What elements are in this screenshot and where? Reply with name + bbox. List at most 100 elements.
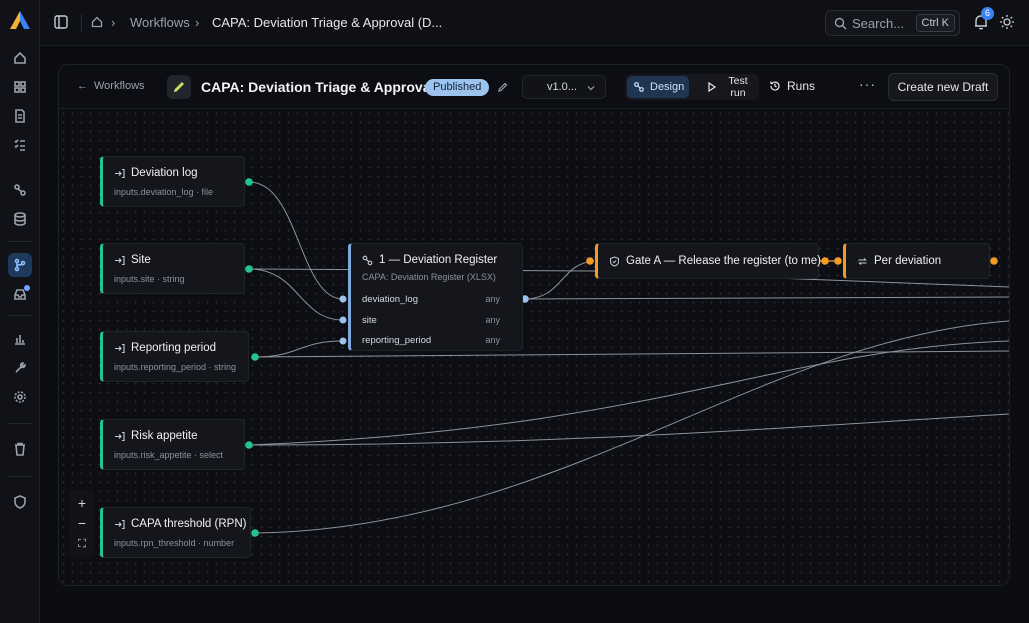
dashboard-icon[interactable] <box>8 75 32 99</box>
chevron-down-icon <box>587 86 595 91</box>
fit-view-button[interactable]: ⛶ <box>69 534 95 554</box>
toggle-sidebar-icon[interactable] <box>53 14 69 30</box>
loop-node-per-deviation[interactable]: Per deviation <box>843 243 990 279</box>
port-out-risk-appetite <box>245 441 253 449</box>
workflow-title: CAPA: Deviation Triage & Approval (... <box>201 79 455 95</box>
analytics-icon[interactable] <box>8 327 32 351</box>
edge <box>248 413 1009 446</box>
topbar-divider <box>81 14 82 32</box>
port-type: any <box>485 335 500 345</box>
design-icon <box>634 82 644 92</box>
edge <box>254 350 1009 358</box>
zoom-controls: + − ⛶ <box>69 491 95 557</box>
port-in-deviation-log <box>339 295 347 303</box>
step-link-icon <box>362 255 373 266</box>
rail-divider <box>8 423 32 424</box>
edge <box>248 340 1009 446</box>
input-node-risk-appetite[interactable]: Risk appetite inputs.risk_appetite · sel… <box>100 419 245 470</box>
home-icon[interactable] <box>8 46 32 70</box>
node-subtitle: inputs.rpn_threshold · number <box>114 538 235 548</box>
version-value: v1.0... <box>547 81 577 93</box>
theme-toggle-sun-icon[interactable] <box>999 14 1015 30</box>
gate-node-release-register[interactable]: Gate A — Release the register (to me) <box>595 243 821 279</box>
notifications-count-badge: 6 <box>981 7 994 20</box>
node-title: Gate A — Release the register (to me) <box>626 255 821 267</box>
zoom-out-button[interactable]: − <box>69 513 95 533</box>
breadcrumb-workflows[interactable]: Workflows <box>130 15 190 30</box>
workflow-canvas[interactable]: Deviation log inputs.deviation_log · fil… <box>59 109 1009 585</box>
input-node-reporting-period[interactable]: Reporting period inputs.reporting_period… <box>100 331 249 382</box>
breadcrumb-separator: › <box>195 15 200 30</box>
editor-toolbar: ← Workflows CAPA: Deviation Triage & Appr… <box>59 65 1009 109</box>
port-in-loop <box>834 257 842 265</box>
checklist-icon[interactable] <box>8 133 32 157</box>
tools-icon[interactable] <box>8 356 32 380</box>
workflow-pencil-icon <box>167 75 191 99</box>
node-subtitle: inputs.deviation_log · file <box>114 187 214 197</box>
edge <box>248 268 344 321</box>
node-title: Deviation log <box>131 167 198 179</box>
node-subtitle: CAPA: Deviation Register (XLSX) <box>362 272 496 282</box>
node-subtitle: inputs.reporting_period · string <box>114 362 237 372</box>
node-subtitle: inputs.risk_appetite · select <box>114 450 224 460</box>
node-title: 1 — Deviation Register <box>379 254 498 266</box>
trash-icon[interactable] <box>8 437 32 461</box>
loop-repeat-icon <box>858 258 867 265</box>
step-node-deviation-register[interactable]: 1 — Deviation Register CAPA: Deviation R… <box>348 243 523 351</box>
edge <box>254 320 1009 534</box>
breadcrumb-separator: › <box>111 15 116 30</box>
document-icon[interactable] <box>8 104 32 128</box>
input-node-deviation-log[interactable]: Deviation log inputs.deviation_log · fil… <box>100 156 245 207</box>
settings-gear-icon[interactable] <box>8 385 32 409</box>
search-shortcut: Ctrl K <box>915 14 955 32</box>
breadcrumb-current: CAPA: Deviation Triage & Approval (D... <box>212 15 443 30</box>
port-type: any <box>485 315 500 325</box>
test-run-button[interactable]: Test run <box>703 75 757 99</box>
runs-button[interactable]: Runs <box>770 79 816 93</box>
input-arrow-icon <box>115 343 125 354</box>
port-label: site <box>362 315 377 326</box>
version-select[interactable]: v1.0... <box>522 75 606 99</box>
edge <box>522 260 595 300</box>
create-new-draft-button[interactable]: Create new Draft <box>888 73 998 101</box>
status-badge: Published <box>425 79 490 96</box>
node-title: CAPA threshold (RPN) <box>131 518 247 530</box>
design-mode-button[interactable]: Design <box>627 76 689 98</box>
node-title: Risk appetite <box>131 430 198 442</box>
input-arrow-icon <box>115 255 125 266</box>
back-to-workflows-link[interactable]: ← Workflows <box>77 80 145 92</box>
back-label: Workflows <box>94 80 145 92</box>
workflows-icon[interactable] <box>8 253 32 277</box>
port-out-rpn-threshold <box>251 529 259 537</box>
home-breadcrumb-icon[interactable] <box>91 16 103 28</box>
mode-toggle: Design Test run <box>625 74 759 100</box>
input-arrow-icon <box>115 519 125 530</box>
zoom-in-button[interactable]: + <box>69 493 95 513</box>
design-label: Design <box>650 81 685 93</box>
shield-icon[interactable] <box>8 490 32 514</box>
test-run-label: Test run <box>728 75 748 99</box>
port-type: any <box>485 294 500 304</box>
shield-check-icon <box>610 256 619 267</box>
runs-label: Runs <box>787 79 816 93</box>
app-logo-icon[interactable] <box>9 9 31 31</box>
search-box[interactable]: Search... Ctrl K <box>825 10 960 36</box>
node-title: Site <box>131 254 151 266</box>
connections-icon[interactable] <box>8 178 32 202</box>
port-label: reporting_period <box>362 335 432 346</box>
input-node-site[interactable]: Site inputs.site · string <box>100 243 245 294</box>
workflow-editor-panel: ← Workflows CAPA: Deviation Triage & Appr… <box>58 64 1010 586</box>
port-out-site <box>245 265 253 273</box>
edit-title-pencil-icon[interactable] <box>497 81 509 93</box>
play-icon <box>708 82 717 92</box>
edge <box>522 296 1009 300</box>
port-in-gate <box>586 257 594 265</box>
input-arrow-icon <box>115 168 125 179</box>
rail-divider <box>8 476 32 477</box>
more-options-button[interactable]: ··· <box>859 76 876 92</box>
database-icon[interactable] <box>8 207 32 231</box>
input-node-rpn-threshold[interactable]: CAPA threshold (RPN) inputs.rpn_threshol… <box>100 507 251 558</box>
node-subtitle: inputs.site · string <box>114 274 185 284</box>
rail-divider <box>8 241 32 242</box>
search-placeholder: Search... <box>852 16 905 31</box>
